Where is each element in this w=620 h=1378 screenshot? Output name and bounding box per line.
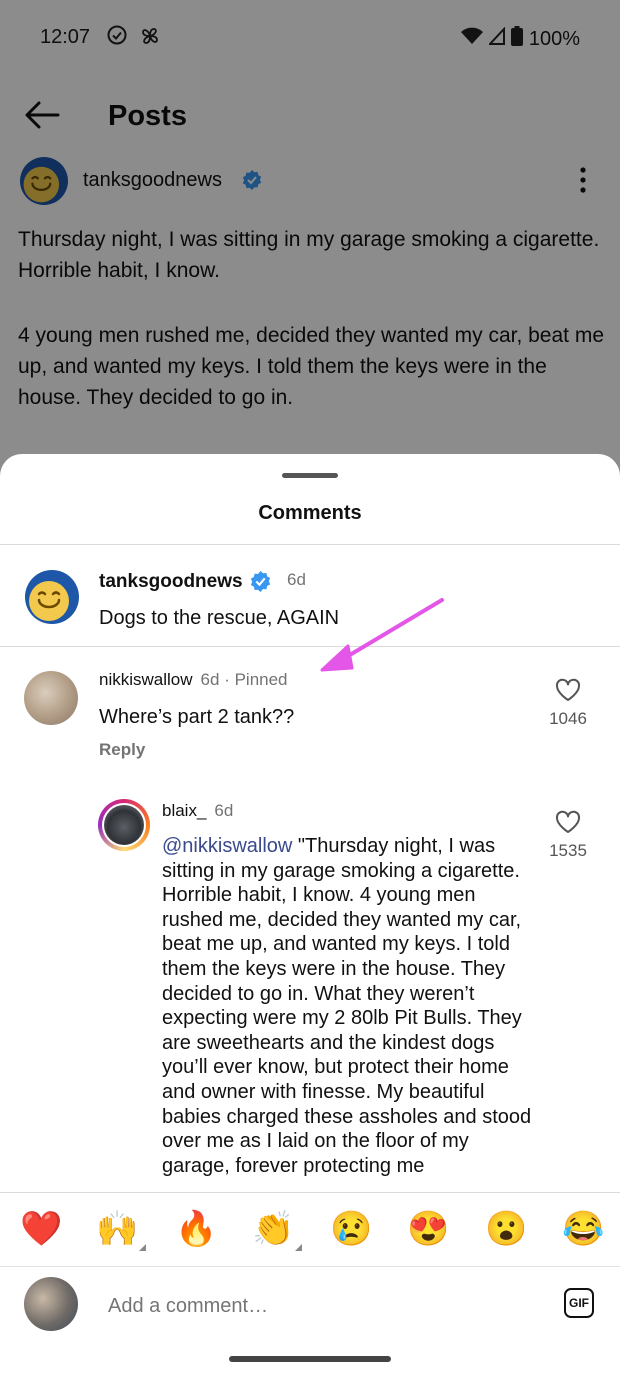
comment-author[interactable]: blaix_ xyxy=(162,801,206,820)
like-control[interactable]: 1046 xyxy=(546,678,590,729)
reaction-laughing-face[interactable]: 😂 xyxy=(562,1209,604,1249)
reply-button[interactable]: Reply xyxy=(99,740,145,760)
pinned-label: · Pinned xyxy=(224,670,288,689)
caption-avatar[interactable] xyxy=(25,570,79,624)
comment-meta: blaix_ 6d xyxy=(162,801,233,821)
comment-time: 6d xyxy=(214,801,234,820)
mention-link[interactable]: @nikkiswallow xyxy=(162,835,292,857)
caption-comment: tanksgoodnews 6d Dogs to the rescue, AGA… xyxy=(0,546,620,646)
reaction-fire[interactable]: 🔥 xyxy=(175,1209,217,1249)
reaction-crying-face[interactable]: 😢 xyxy=(330,1209,372,1249)
comment-text: Where’s part 2 tank?? xyxy=(99,706,295,728)
comment-author[interactable]: nikkiswallow xyxy=(99,670,193,689)
reaction-heart-eyes[interactable]: 😍 xyxy=(407,1209,449,1249)
comments-sheet: Comments tanksgoodnews 6d Dogs to the re… xyxy=(0,454,620,1378)
comment-text: @nikkiswallow "Thursday night, I was sit… xyxy=(162,834,537,1178)
comment-meta: nikkiswallow 6d · Pinned xyxy=(99,670,288,690)
heart-icon[interactable] xyxy=(555,810,581,838)
comment-input[interactable] xyxy=(108,1295,508,1318)
comment-time: 6d xyxy=(200,670,220,689)
skin-tone-indicator xyxy=(295,1244,303,1251)
heart-icon[interactable] xyxy=(555,678,581,706)
like-count: 1535 xyxy=(549,841,587,860)
comment-item: nikkiswallow 6d · Pinned Where’s part 2 t… xyxy=(0,654,620,794)
verified-badge-icon xyxy=(250,571,271,597)
like-count: 1046 xyxy=(549,709,587,728)
commenter-avatar[interactable] xyxy=(98,799,150,851)
reaction-raising-hands[interactable]: 🙌 xyxy=(96,1209,147,1251)
gesture-nav-bar[interactable] xyxy=(229,1356,391,1362)
skin-tone-indicator xyxy=(139,1244,147,1251)
sheet-title: Comments xyxy=(258,502,362,524)
comment-body: "Thursday night, I was sitting in my gar… xyxy=(162,835,532,1177)
reaction-surprised-face[interactable]: 😮 xyxy=(485,1209,527,1249)
gif-button[interactable]: GIF xyxy=(564,1288,594,1318)
drag-handle[interactable] xyxy=(282,473,338,478)
divider xyxy=(0,646,620,647)
reaction-heart[interactable]: ❤️ xyxy=(20,1209,62,1249)
like-control[interactable]: 1535 xyxy=(546,810,590,861)
caption-author[interactable]: tanksgoodnews xyxy=(99,571,243,593)
comment-item: blaix_ 6d @nikkiswallow "Thursday night, … xyxy=(0,794,620,1194)
current-user-avatar xyxy=(24,1277,78,1331)
caption-time: 6d xyxy=(287,570,306,589)
reaction-clapping-hands[interactable]: 👏 xyxy=(252,1209,303,1251)
quick-reactions-bar: ❤️ 🙌 🔥 👏 😢 😍 😮 😂 xyxy=(0,1192,620,1267)
commenter-avatar[interactable] xyxy=(24,671,78,725)
caption-text: Dogs to the rescue, AGAIN xyxy=(99,607,340,629)
divider xyxy=(0,544,620,545)
comment-composer: GIF xyxy=(0,1266,620,1345)
